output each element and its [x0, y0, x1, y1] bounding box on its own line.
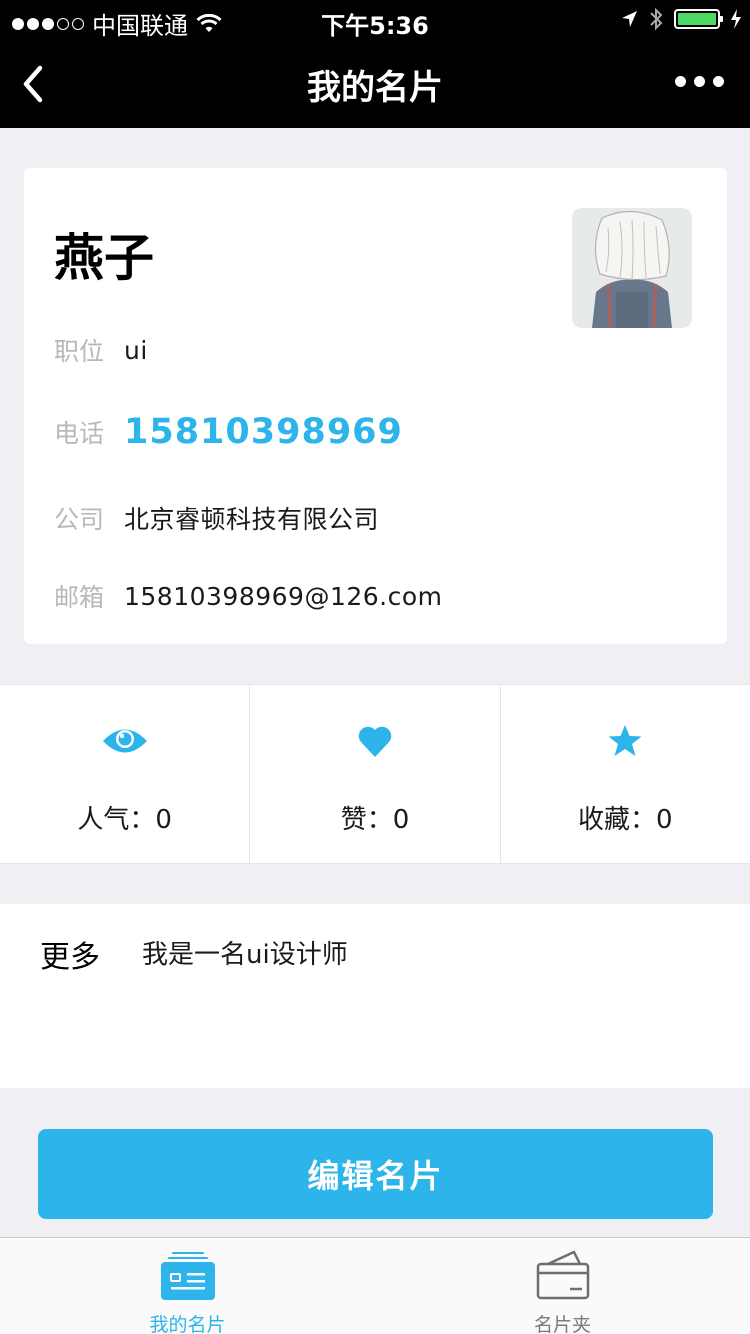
field-label: 邮箱 — [54, 583, 105, 612]
card-icon — [160, 1252, 215, 1300]
avatar[interactable] — [572, 208, 692, 328]
tab-my-card[interactable]: 我的名片 — [0, 1238, 375, 1334]
field-value: ui — [124, 335, 148, 365]
stat-label: 人气：0 — [77, 805, 172, 835]
stat-likes[interactable]: 赞：0 — [250, 685, 501, 863]
stat-favorites[interactable]: 收藏：0 — [501, 685, 750, 863]
avatar-image — [572, 208, 692, 328]
edit-card-button[interactable]: 编辑名片 — [38, 1129, 713, 1219]
tab-label: 我的名片 — [149, 1314, 226, 1334]
wallet-icon — [536, 1250, 589, 1300]
heart-icon — [358, 726, 392, 757]
status-right — [620, 6, 742, 32]
stats-bar: 人气：0 赞：0 收藏：0 — [0, 684, 750, 864]
stat-label: 赞：0 — [340, 805, 410, 835]
phone-link[interactable]: 15810398969 — [124, 412, 403, 452]
bio-text: 我是一名ui设计师 — [142, 940, 348, 970]
field-email: 邮箱 15810398969@126.com — [54, 578, 443, 614]
location-arrow-icon — [622, 11, 637, 27]
nav-bar: 我的名片 — [0, 40, 750, 128]
eye-icon — [102, 729, 147, 753]
field-value: 15810398969@126.com — [124, 581, 443, 611]
battery-icon — [674, 9, 723, 29]
tab-card-holder[interactable]: 名片夹 — [375, 1238, 750, 1334]
more-horizontal-icon — [675, 76, 686, 87]
field-label: 职位 — [54, 337, 105, 366]
field-label: 公司 — [54, 505, 105, 534]
field-position: 职位 ui — [54, 332, 148, 368]
more-label: 更多 — [40, 940, 100, 975]
stat-label: 收藏：0 — [578, 805, 673, 835]
field-label: 电话 — [54, 419, 105, 448]
status-bar: 中国联通 下午5:36 — [0, 0, 750, 40]
page-title: 我的名片 — [307, 68, 443, 108]
field-phone: 电话 15810398969 — [54, 412, 403, 452]
tab-label: 名片夹 — [533, 1314, 591, 1334]
business-card: 燕子 职位 ui 电话 15810398969 公司 北京睿顿科技有限公司 邮箱… — [24, 168, 727, 644]
field-company: 公司 北京睿顿科技有限公司 — [54, 500, 379, 536]
field-value: 北京睿顿科技有限公司 — [124, 505, 380, 534]
bluetooth-icon — [650, 7, 663, 31]
stat-popularity[interactable]: 人气：0 — [0, 685, 251, 863]
profile-name: 燕子 — [54, 229, 154, 287]
tab-bar: 我的名片 名片夹 — [0, 1237, 750, 1334]
charging-icon — [731, 9, 741, 29]
more-button[interactable] — [675, 76, 724, 87]
more-section: 更多 我是一名ui设计师 — [0, 904, 750, 1088]
star-icon — [608, 725, 642, 756]
